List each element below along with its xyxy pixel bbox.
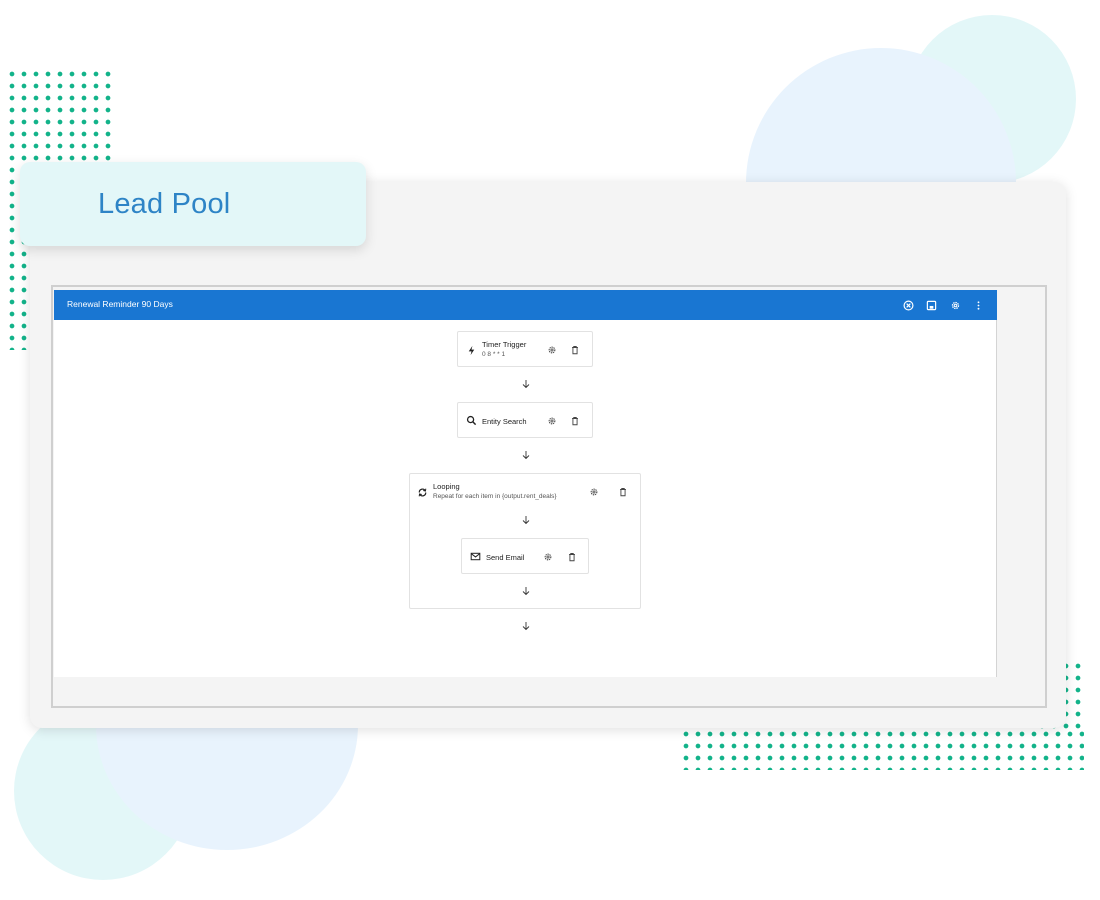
workflow-header: Renewal Reminder 90 Days — [54, 290, 997, 320]
node-subtitle: Repeat for each item in {output.rent_dea… — [433, 493, 557, 500]
node-delete-button[interactable] — [568, 414, 581, 427]
save-icon[interactable] — [923, 297, 939, 313]
node-settings-button[interactable] — [587, 485, 600, 498]
mail-icon — [469, 550, 481, 562]
arrow-down-icon — [521, 379, 531, 389]
node-delete-button[interactable] — [565, 550, 578, 563]
workflow-editor: Renewal Reminder 90 Days Timer Trigger 0… — [54, 290, 997, 677]
gear-icon[interactable] — [947, 297, 963, 313]
decor-dots — [680, 728, 1084, 770]
send-email-node[interactable]: Send Email — [461, 538, 589, 574]
node-settings-button[interactable] — [545, 414, 558, 427]
arrow-down-icon — [521, 621, 531, 631]
workflow-title: Renewal Reminder 90 Days — [67, 299, 173, 309]
search-icon — [465, 414, 477, 426]
more-vertical-icon[interactable] — [970, 297, 986, 313]
feature-badge: Lead Pool — [20, 162, 366, 246]
node-title: Timer Trigger — [482, 340, 527, 349]
arrow-down-icon — [521, 515, 531, 525]
timer-trigger-node[interactable]: Timer Trigger 0 8 * * 1 — [457, 331, 593, 367]
entity-search-node[interactable]: Entity Search — [457, 402, 593, 438]
feature-title: Lead Pool — [98, 188, 231, 220]
loop-icon — [416, 486, 428, 498]
arrow-down-icon — [521, 450, 531, 460]
node-settings-button[interactable] — [541, 550, 554, 563]
node-delete-button[interactable] — [568, 343, 581, 356]
close-circle-icon[interactable] — [900, 297, 916, 313]
lightning-icon — [465, 344, 477, 356]
node-title: Send Email — [486, 553, 525, 562]
node-title: Looping — [433, 482, 460, 491]
arrow-down-icon — [521, 586, 531, 596]
node-title: Entity Search — [482, 417, 527, 426]
node-subtitle: 0 8 * * 1 — [482, 351, 506, 358]
node-settings-button[interactable] — [545, 343, 558, 356]
decor-dots — [6, 68, 114, 164]
node-delete-button[interactable] — [616, 485, 629, 498]
